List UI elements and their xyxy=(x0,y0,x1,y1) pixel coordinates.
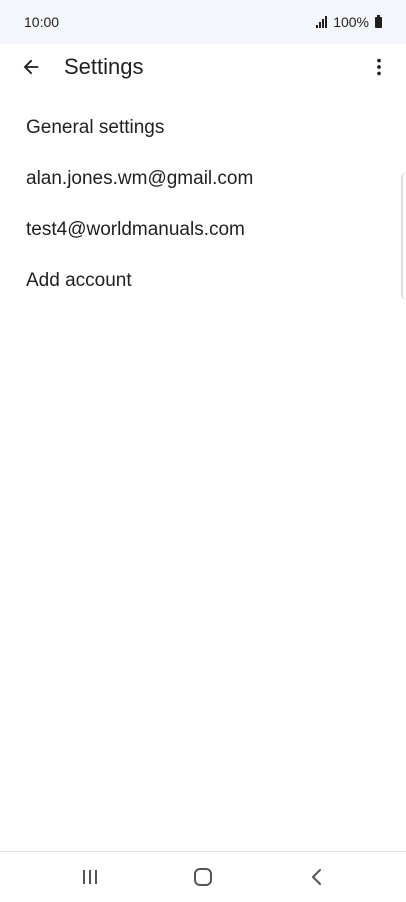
more-vertical-icon xyxy=(377,58,381,76)
battery-icon xyxy=(375,14,382,28)
nav-back-button[interactable] xyxy=(297,860,337,894)
home-icon xyxy=(194,868,212,886)
back-button[interactable] xyxy=(14,50,48,84)
settings-item-general[interactable]: General settings xyxy=(0,102,406,153)
settings-list: General settings alan.jones.wm@gmail.com… xyxy=(0,102,406,306)
app-bar: Settings xyxy=(0,44,406,90)
settings-item-account-worldmanuals[interactable]: test4@worldmanuals.com xyxy=(0,204,406,255)
settings-item-label: General settings xyxy=(26,116,165,138)
home-button[interactable] xyxy=(183,860,223,894)
more-options-button[interactable] xyxy=(362,50,396,84)
settings-item-label: test4@worldmanuals.com xyxy=(26,218,245,240)
recents-icon xyxy=(83,870,97,884)
chevron-left-icon xyxy=(312,869,321,885)
status-right: 100% xyxy=(316,14,382,30)
settings-item-account-gmail[interactable]: alan.jones.wm@gmail.com xyxy=(0,153,406,204)
scroll-indicator[interactable] xyxy=(401,172,406,300)
navigation-bar xyxy=(0,851,406,902)
page-title: Settings xyxy=(64,54,144,79)
status-time: 10:00 xyxy=(24,14,60,30)
settings-item-label: Add account xyxy=(26,269,132,291)
arrow-back-icon xyxy=(23,59,39,75)
settings-item-add-account[interactable]: Add account xyxy=(0,255,406,306)
status-bar: 10:00 100% xyxy=(0,0,406,44)
recents-button[interactable] xyxy=(70,860,110,894)
signal-icon xyxy=(316,16,328,28)
settings-item-label: alan.jones.wm@gmail.com xyxy=(26,167,254,189)
battery-percent: 100% xyxy=(333,14,369,30)
